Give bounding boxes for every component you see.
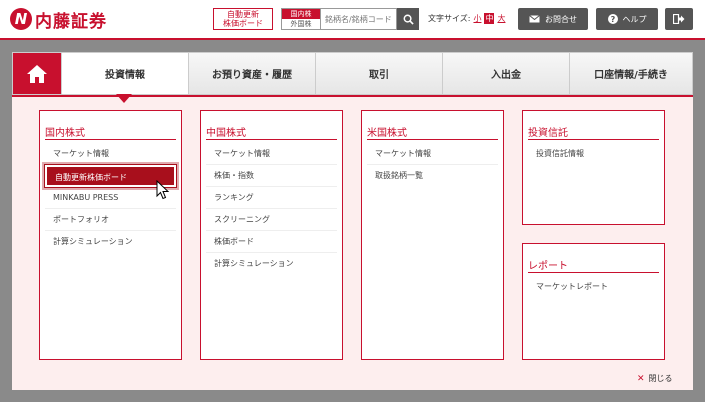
menu-box-rule <box>45 139 176 140</box>
help-button[interactable]: ? ヘルプ <box>596 8 658 30</box>
help-icon: ? <box>607 14 618 24</box>
menu-item-calc-simulation[interactable]: 計算シミュレーション <box>206 253 337 275</box>
menu-box-title: 投資信託 <box>528 128 568 139</box>
menu-item-ranking[interactable]: ランキング <box>206 187 337 209</box>
logo-text: 内藤証券 <box>35 11 107 32</box>
nav-tab-investment-info[interactable]: 投資情報 <box>61 53 188 94</box>
font-size-medium[interactable]: 中 <box>484 13 495 24</box>
menu-box-china-stock: 中国株式 マーケット情報 株価・指数 ランキング スクリーニング 株価ボード 計… <box>200 110 343 360</box>
menu-box-rule <box>206 139 337 140</box>
mega-menu-panel: 国内株式 マーケット情報 自動更新株価ボード MINKABU PRESS ポート… <box>12 95 693 390</box>
help-label: ヘルプ <box>622 14 647 24</box>
close-menu-button[interactable]: ✕ 閉じる <box>637 373 673 384</box>
menu-box-domestic-stock: 国内株式 マーケット情報 自動更新株価ボード MINKABU PRESS ポート… <box>39 110 182 360</box>
menu-box-title: レポート <box>528 261 568 272</box>
menu-item-market-info[interactable]: マーケット情報 <box>206 143 337 165</box>
menu-list: マーケットレポート <box>528 276 659 298</box>
search-icon <box>403 14 414 25</box>
menu-box-rule <box>528 272 659 273</box>
search-button[interactable] <box>397 8 419 30</box>
nav-tab-label: 口座情報/手続き <box>594 70 668 81</box>
menu-box-rule <box>367 139 498 140</box>
nav-tab-trade[interactable]: 取引 <box>315 53 442 94</box>
menu-item-market-report[interactable]: マーケットレポート <box>528 276 659 298</box>
nav-tab-assets-history[interactable]: お預り資産・履歴 <box>188 53 315 94</box>
search-input[interactable] <box>321 8 397 30</box>
home-icon <box>27 64 47 83</box>
menu-box-rule <box>528 139 659 140</box>
nav-home-button[interactable] <box>13 53 61 94</box>
auto-board-button[interactable]: 自動更新 株価ボード <box>213 8 273 30</box>
contact-button[interactable]: お問合せ <box>518 8 588 30</box>
menu-list: マーケット情報 取扱銘柄一覧 <box>367 143 498 187</box>
font-size-small[interactable]: 小 <box>473 13 481 24</box>
close-label: 閉じる <box>648 374 673 383</box>
logout-icon <box>673 14 685 24</box>
mouse-cursor-icon <box>156 180 170 200</box>
mail-icon <box>529 15 540 23</box>
nav-tab-label: お預り資産・履歴 <box>212 70 292 81</box>
menu-box-us-stock: 米国株式 マーケット情報 取扱銘柄一覧 <box>361 110 504 360</box>
nav-active-indicator <box>116 94 132 103</box>
menu-box-report: レポート マーケットレポート <box>522 243 665 360</box>
contact-label: お問合せ <box>545 14 577 24</box>
auto-board-line2: 株価ボード <box>223 19 263 28</box>
nav-tab-label: 投資情報 <box>105 70 145 81</box>
menu-item-stock-list[interactable]: 取扱銘柄一覧 <box>367 165 498 187</box>
market-toggle: 国内株 外国株 <box>281 8 321 30</box>
menu-item-calc-simulation[interactable]: 計算シミュレーション <box>45 231 176 253</box>
font-size-large[interactable]: 大 <box>497 13 505 24</box>
logout-button[interactable] <box>665 8 693 30</box>
auto-board-line1: 自動更新 <box>227 10 259 19</box>
header: N 内藤証券 自動更新 株価ボード 国内株 外国株 文字サイズ: 小 中 大 お… <box>0 0 705 38</box>
market-foreign-option[interactable]: 外国株 <box>282 19 320 29</box>
menu-item-screening[interactable]: スクリーニング <box>206 209 337 231</box>
menu-list: 投資信託情報 <box>528 143 659 165</box>
nav-tab-deposit-withdrawal[interactable]: 入出金 <box>442 53 569 94</box>
menu-box-title: 中国株式 <box>206 128 246 139</box>
font-size-label: 文字サイズ: <box>428 14 471 23</box>
menu-box-investment-trust: 投資信託 投資信託情報 <box>522 110 665 225</box>
logo-mark-icon: N <box>10 8 32 30</box>
nav-tab-label: 入出金 <box>491 70 521 81</box>
global-nav: 投資情報 お預り資産・履歴 取引 入出金 口座情報/手続き <box>12 52 693 95</box>
menu-item-fund-info[interactable]: 投資信託情報 <box>528 143 659 165</box>
nav-tab-label: 取引 <box>369 70 389 81</box>
close-icon: ✕ <box>637 373 645 384</box>
menu-list: マーケット情報 株価・指数 ランキング スクリーニング 株価ボード 計算シミュレ… <box>206 143 337 275</box>
logo[interactable]: N 内藤証券 <box>10 7 107 32</box>
menu-item-price-board[interactable]: 株価ボード <box>206 231 337 253</box>
svg-text:?: ? <box>610 15 615 24</box>
menu-item-portfolio[interactable]: ポートフォリオ <box>45 209 176 231</box>
nav-tab-account-info[interactable]: 口座情報/手続き <box>569 53 692 94</box>
market-domestic-option[interactable]: 国内株 <box>282 9 320 19</box>
font-size-selector: 文字サイズ: 小 中 大 <box>428 13 505 24</box>
menu-item-price-index[interactable]: 株価・指数 <box>206 165 337 187</box>
menu-item-market-info[interactable]: マーケット情報 <box>367 143 498 165</box>
menu-box-title: 米国株式 <box>367 128 407 139</box>
menu-item-market-info[interactable]: マーケット情報 <box>45 143 176 165</box>
menu-box-title: 国内株式 <box>45 128 85 139</box>
